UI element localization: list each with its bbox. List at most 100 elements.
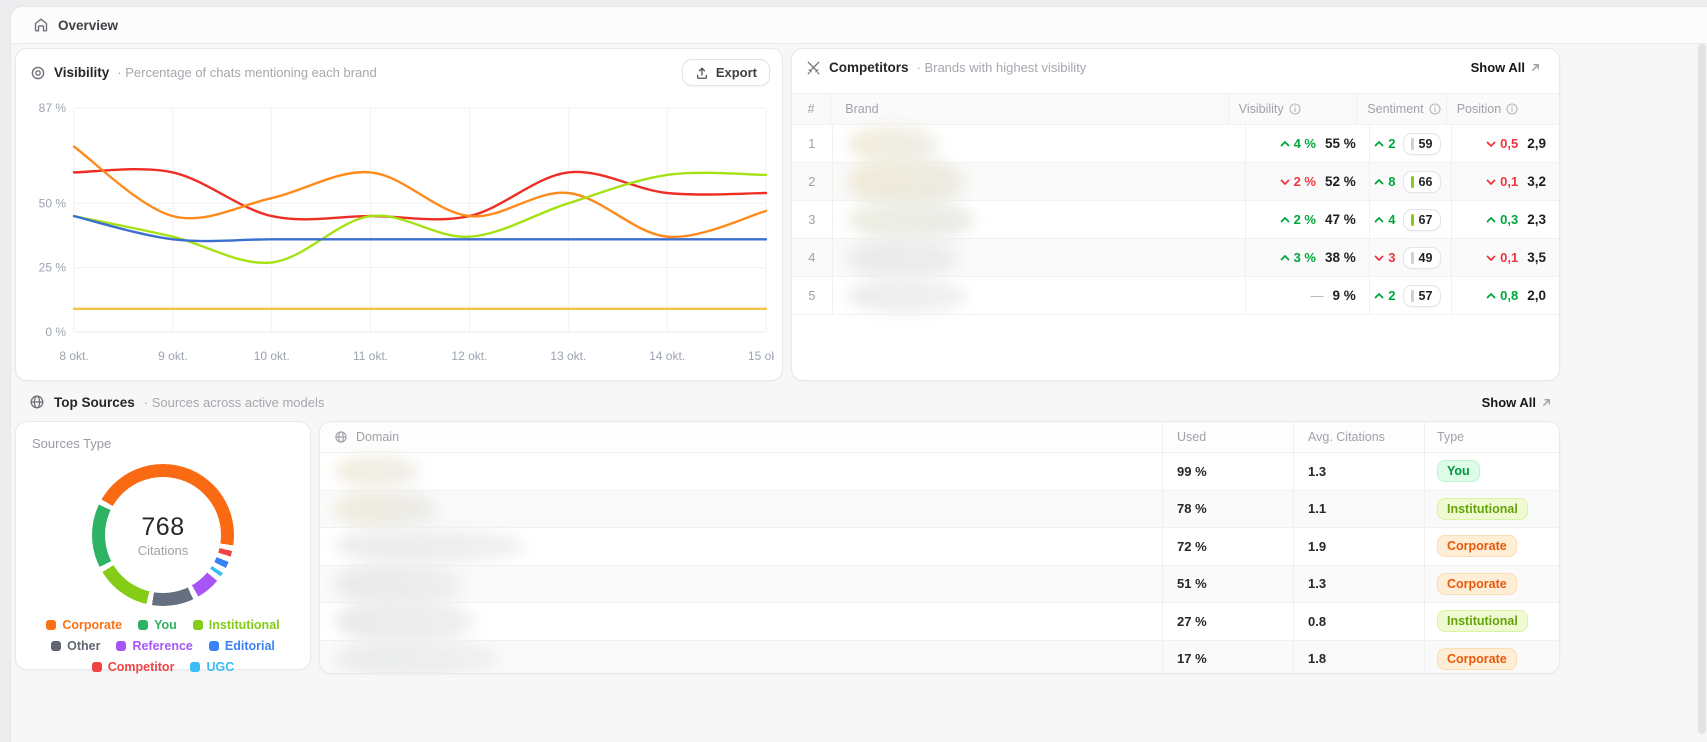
competitors-table-header: # Brand Visibility Sentiment Position	[792, 93, 1559, 125]
visibility-value: 9 %	[1333, 288, 1356, 303]
sentiment-delta: 3	[1373, 250, 1395, 265]
column-header-type: Type	[1424, 422, 1559, 452]
citations-label: Citations	[138, 543, 189, 558]
competitors-title: Competitors	[829, 60, 909, 75]
type-badge-you: You	[1437, 460, 1480, 482]
competitor-row-5[interactable]: 5 — 9 % 2 57 0,8	[792, 277, 1559, 315]
home-icon	[33, 17, 49, 33]
y-axis-tick: 0 %	[45, 325, 66, 339]
competitor-row-2[interactable]: 2 2 % 52 % 8 66 0,1	[792, 163, 1559, 201]
arrow-up-icon	[1373, 176, 1385, 188]
position-delta: 0,1	[1485, 250, 1518, 265]
type-badge-institutional: Institutional	[1437, 610, 1528, 632]
info-icon[interactable]	[1429, 103, 1441, 115]
x-axis-tick: 14 okt.	[649, 349, 685, 363]
legend-swatch	[51, 641, 61, 651]
competitor-row-4[interactable]: 4 3 % 38 % 3 49 0,1	[792, 239, 1559, 277]
competitors-show-all-label: Show All	[1471, 60, 1525, 75]
info-icon[interactable]	[1289, 103, 1301, 115]
sentiment-score-value: 57	[1419, 289, 1433, 303]
domain-name-redacted	[320, 603, 1162, 640]
competitor-visibility-cell: 4 % 55 %	[1245, 125, 1369, 162]
domain-blur	[334, 456, 420, 486]
competitor-visibility-cell: 2 % 52 %	[1245, 163, 1369, 200]
competitor-visibility-cell: 2 % 47 %	[1245, 201, 1369, 238]
legend-item-editorial: Editorial	[209, 639, 275, 653]
domain-row-1[interactable]: 99 % 1.3 You	[320, 453, 1559, 491]
domain-avg-citations-cell: 1.3	[1293, 453, 1424, 490]
domain-name-redacted	[320, 491, 1162, 528]
sentiment-score-bar	[1411, 214, 1414, 226]
legend-label: Other	[67, 639, 100, 653]
domain-used-cell: 99 %	[1162, 453, 1293, 490]
domain-avg-citations-cell: 0.8	[1293, 603, 1424, 640]
legend-label: Corporate	[62, 618, 122, 632]
x-axis-tick: 8 okt.	[59, 349, 88, 363]
position-value: 3,5	[1527, 250, 1546, 265]
visibility-title: Visibility	[54, 65, 109, 80]
legend-item-reference: Reference	[116, 639, 192, 653]
position-value: 2,9	[1527, 136, 1546, 151]
column-header-brand: Brand	[830, 94, 1227, 124]
legend-label: UGC	[206, 660, 234, 674]
competitor-sentiment-cell: 2 59	[1369, 125, 1452, 162]
domain-avg-citations-cell: 1.3	[1293, 566, 1424, 603]
domain-row-4[interactable]: 51 % 1.3 Corporate	[320, 566, 1559, 604]
competitor-row-3[interactable]: 3 2 % 47 % 4 67 0,3	[792, 201, 1559, 239]
visibility-panel-header: Visibility · Percentage of chats mention…	[16, 49, 782, 90]
domain-avg-citations-cell: 1.9	[1293, 528, 1424, 565]
domain-row-5[interactable]: 27 % 0.8 Institutional	[320, 603, 1559, 641]
domain-name-redacted	[320, 566, 1162, 603]
x-axis-tick: 11 okt.	[353, 349, 388, 363]
type-badge-corporate: Corporate	[1437, 535, 1517, 557]
competitor-position-cell: 0,8 2,0	[1451, 277, 1559, 314]
sentiment-score-badge: 67	[1403, 209, 1442, 231]
domain-row-6[interactable]: 17 % 1.8 Corporate	[320, 641, 1559, 675]
legend-row: CorporateYouInstitutional	[46, 618, 279, 632]
domain-blur	[334, 529, 526, 563]
domain-type-cell: Corporate	[1424, 641, 1559, 675]
sentiment-score-bar	[1411, 138, 1414, 150]
domain-name-redacted	[320, 528, 1162, 565]
app-surface: Overview Visibility · Percentage of chat…	[10, 6, 1707, 742]
info-icon[interactable]	[1506, 103, 1518, 115]
position-delta: 0,5	[1485, 136, 1518, 151]
domain-blur	[334, 598, 474, 644]
legend-swatch	[116, 641, 126, 651]
competitor-position-cell: 0,1 3,2	[1451, 163, 1559, 200]
competitors-panel-header: Competitors · Brands with highest visibi…	[792, 49, 1559, 80]
competitor-brand-redacted	[832, 239, 1245, 276]
visibility-panel: Visibility · Percentage of chats mention…	[15, 48, 783, 381]
competitors-subtitle: · Brands with highest visibility	[917, 60, 1087, 75]
competitor-position-cell: 0,3 2,3	[1451, 201, 1559, 238]
legend-swatch	[209, 641, 219, 651]
top-sources-show-all-link[interactable]: Show All	[1476, 394, 1558, 411]
competitor-position-cell: 0,1 3,5	[1451, 239, 1559, 276]
y-axis-tick: 25 %	[39, 261, 67, 275]
visibility-delta: —	[1311, 288, 1324, 303]
legend-row: Other Reference Editorial	[51, 639, 275, 653]
sentiment-delta: 2	[1373, 136, 1395, 151]
visibility-value: 47 %	[1325, 212, 1356, 227]
domain-row-2[interactable]: 78 % 1.1 Institutional	[320, 491, 1559, 529]
visibility-delta: 2 %	[1279, 174, 1316, 189]
legend-item-institutional: Institutional	[193, 618, 280, 632]
competitor-position-cell: 0,5 2,9	[1451, 125, 1559, 162]
domain-type-cell: Institutional	[1424, 603, 1559, 640]
column-header-rank: #	[792, 94, 830, 124]
x-axis-tick: 9 okt.	[158, 349, 187, 363]
export-button[interactable]: Export	[682, 59, 770, 86]
competitors-show-all-link[interactable]: Show All	[1465, 59, 1547, 76]
arrow-up-icon	[1485, 290, 1497, 302]
sources-type-panel: Sources Type 768 Citations CorporateYouI…	[15, 421, 311, 670]
column-header-position: Position	[1446, 94, 1559, 124]
legend-item-other: Other	[51, 639, 100, 653]
vertical-scrollbar[interactable]	[1698, 44, 1706, 734]
sentiment-delta: 2	[1373, 288, 1395, 303]
legend-swatch	[193, 620, 203, 630]
domain-row-3[interactable]: 72 % 1.9 Corporate	[320, 528, 1559, 566]
domain-used-cell: 72 %	[1162, 528, 1293, 565]
brand-blur	[847, 237, 959, 279]
top-sources-subtitle: · Sources across active models	[144, 395, 325, 410]
domain-used-cell: 17 %	[1162, 641, 1293, 675]
